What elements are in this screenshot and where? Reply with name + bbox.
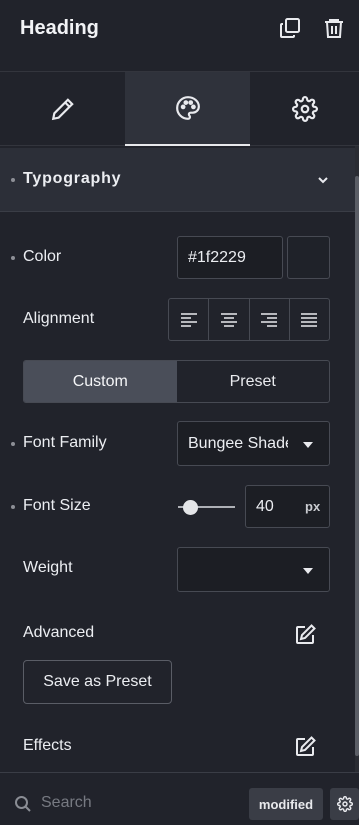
- chevron-down-icon: [318, 177, 328, 184]
- font-family-select[interactable]: Bungee Shade: [177, 421, 330, 466]
- effects-label: Effects: [23, 737, 72, 754]
- duplicate-icon[interactable]: [278, 16, 302, 40]
- gear-icon: [291, 96, 318, 122]
- align-right-icon: [261, 312, 278, 327]
- typography-mode-toggle: Custom Preset: [23, 360, 330, 403]
- font-size-value: 40: [256, 497, 274, 515]
- advanced-label: Advanced: [23, 624, 95, 641]
- search-icon: [14, 795, 32, 818]
- weight-select[interactable]: [177, 547, 330, 592]
- preset-tab[interactable]: Preset: [177, 361, 330, 402]
- tab-advanced[interactable]: [250, 72, 359, 146]
- save-as-preset-button[interactable]: Save as Preset: [23, 660, 172, 704]
- modified-dot: [11, 178, 15, 182]
- color-modified-dot: [11, 256, 15, 260]
- color-hex-value: #1f2229: [188, 248, 246, 266]
- align-center-icon: [220, 312, 237, 327]
- search-input[interactable]: Search: [41, 794, 92, 812]
- font-family-label: Font Family: [23, 434, 107, 451]
- edit-icon[interactable]: [293, 623, 317, 652]
- font-size-unit[interactable]: px: [305, 499, 320, 514]
- edit-icon[interactable]: [293, 735, 317, 764]
- trash-icon[interactable]: [322, 16, 346, 40]
- font-size-modified-dot: [11, 505, 15, 509]
- panel-scrollbar[interactable]: [355, 146, 359, 772]
- font-size-input[interactable]: 40 px: [245, 485, 330, 528]
- caret-down-icon: [303, 442, 313, 448]
- font-size-slider-handle[interactable]: [183, 500, 198, 515]
- color-hex-input[interactable]: #1f2229: [177, 236, 283, 279]
- panel-title: Heading: [20, 17, 99, 39]
- align-justify-button[interactable]: [290, 299, 329, 340]
- color-swatch[interactable]: [287, 236, 330, 279]
- font-family-value: Bungee Shade: [188, 434, 288, 452]
- font-family-modified-dot: [11, 442, 15, 446]
- align-justify-icon: [301, 312, 318, 327]
- weight-label: Weight: [23, 559, 73, 576]
- align-left-button[interactable]: [169, 299, 210, 340]
- align-right-button[interactable]: [250, 299, 290, 340]
- alignment-label: Alignment: [23, 310, 95, 327]
- palette-icon: [175, 96, 200, 120]
- panel-tabs: [0, 72, 359, 146]
- modified-badge[interactable]: modified: [249, 788, 323, 820]
- tab-content[interactable]: [0, 72, 125, 146]
- pencil-icon: [51, 98, 74, 121]
- align-left-icon: [180, 312, 197, 327]
- footer-settings-button[interactable]: [330, 788, 359, 820]
- tab-style[interactable]: [125, 72, 250, 146]
- scrollbar-thumb[interactable]: [355, 176, 359, 756]
- color-label: Color: [23, 248, 62, 265]
- alignment-buttons: [168, 298, 330, 341]
- font-size-label: Font Size: [23, 497, 91, 514]
- align-center-button[interactable]: [209, 299, 250, 340]
- caret-down-icon: [303, 568, 313, 574]
- section-label: Typography: [23, 170, 122, 187]
- custom-tab[interactable]: Custom: [24, 361, 177, 402]
- typography-section-header[interactable]: Typography: [0, 148, 355, 212]
- gear-icon: [336, 796, 353, 812]
- panel-header: Heading: [0, 0, 359, 72]
